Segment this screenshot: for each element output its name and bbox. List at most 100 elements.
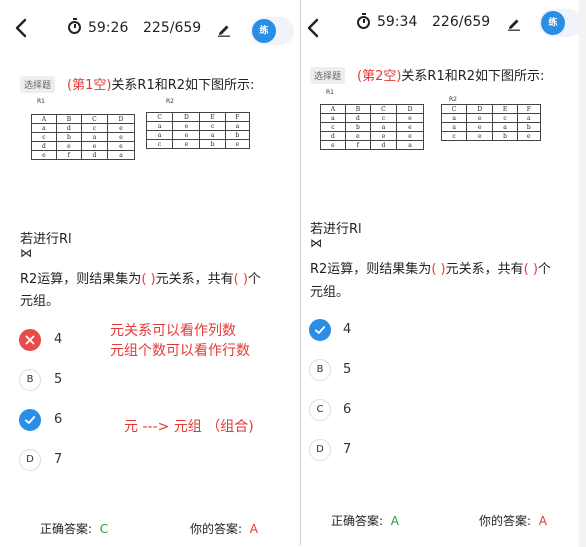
table-cell: c [440,131,468,141]
table-cell: e [172,130,201,140]
your-answer: 你的答案: A [190,522,258,536]
check-mark-icon [19,409,41,431]
table-cell: e [369,131,397,141]
join-symbol: ⋈ [20,246,32,260]
table-cell: a [80,132,108,142]
header-bar: 59:34 226/659 练 [301,0,579,62]
body-line-4: 元组。 [310,285,350,300]
table-cell: b [55,132,82,142]
question-type-badge: 选择题 [20,76,56,93]
table-cell: D [106,114,136,124]
question-progress: 225/659 [143,20,202,36]
table-header-row: CDEF [440,104,542,114]
table-cell: c [492,113,518,123]
table-cell: e [224,139,251,149]
relation-r1-table: ABCDadcecbaedeeeefda [31,114,136,160]
table-cell: a [320,113,346,123]
table-cell: e [106,132,136,142]
table-row: deee [31,141,136,151]
pencil-icon[interactable] [507,16,521,31]
table-cell: b [492,131,518,141]
table-cell: d [320,131,346,141]
back-arrow-icon[interactable] [14,18,30,38]
table-cell: e [395,131,425,141]
table-row: efda [320,140,425,150]
table-cell: b [344,122,371,132]
table-cell: a [145,130,174,140]
table-cell: C [369,104,397,114]
table-header-row: ABCD [320,104,425,114]
table-cell: a [395,140,425,150]
table-cell: A [320,104,346,114]
table-cell: C [440,104,468,114]
table-row: aeab [440,122,542,132]
background-window-edge [579,0,586,547]
table-cell: e [395,122,425,132]
header-bar: 59:26 225/659 练 [0,0,298,62]
table-cell: C [145,112,174,122]
table-cell: a [492,122,518,132]
table-cell: b [224,130,251,140]
table-cell: a [224,121,251,131]
correct-answer: 正确答案: A [331,514,399,528]
right-question-panel: 59:34 226/659 练 选择题 (第2空)关系R1和R2如下图所示: R… [300,0,580,545]
your-answer: 你的答案: A [479,514,547,528]
timer-icon [68,18,81,34]
option-text: 4 [54,332,63,347]
question-text: 关系R1和R2如下图所示: [111,78,255,93]
table-row: efda [31,150,136,160]
table-row: aeab [145,130,251,140]
practice-mode-knob: 练 [541,11,565,35]
table-cell: c [369,113,397,123]
table-cell: d [31,141,57,151]
annotation-note-1: 元关系可以看作列数 [110,323,236,339]
table-cell: c [145,139,174,149]
table-cell: e [172,121,201,131]
table-cell: f [55,150,82,160]
table-cell: E [492,104,518,114]
practice-mode-toggle[interactable]: 练 [539,9,579,37]
pencil-icon[interactable] [217,22,231,37]
table-cell: d [369,140,397,150]
table-row: adce [320,113,425,123]
table-cell: e [55,141,82,151]
r1-label: R1 [37,98,45,105]
left-question-panel: 59:26 225/659 练 选择题 (第1空)关系R1和R2如下图所示: R… [0,0,298,547]
blank-indicator: (第1空) [67,78,112,93]
question-progress: 226/659 [432,14,491,30]
option-letter: B [309,359,331,381]
back-arrow-icon[interactable] [306,18,322,38]
table-cell: f [344,140,371,150]
table-row: aeca [145,121,251,131]
table-cell: D [466,104,494,114]
table-cell: B [344,104,371,114]
question-text: 关系R1和R2如下图所示: [401,69,545,84]
table-header-row: ABCD [31,114,136,124]
option-text: 5 [343,362,352,377]
table-cell: a [106,150,136,160]
table-row: cebe [440,131,542,141]
table-cell: a [440,122,468,132]
table-cell: e [106,141,136,151]
question-type-badge: 选择题 [310,67,346,84]
wrong-mark-icon [19,329,41,351]
timer-text: 59:26 [88,20,129,36]
practice-mode-toggle[interactable]: 练 [250,17,294,45]
table-cell: e [172,139,201,149]
timer-text: 59:34 [377,14,418,30]
table-cell: b [516,122,542,132]
body-line-4: 元组。 [20,294,60,309]
annotation-note-2: 元组个数可以看作行数 [110,343,250,359]
body-line-1: 若进行Rl [20,232,72,247]
option-letter: B [19,369,41,391]
option-letter: D [309,439,331,461]
table-row: aeca [440,113,542,123]
table-cell: c [199,121,226,131]
timer-icon [357,13,370,29]
table-cell: d [55,123,82,133]
table-cell: b [199,139,226,149]
relation-r2-table: CDEFaecaaeabcebe [440,104,542,141]
table-cell: A [31,114,57,124]
table-row: cbae [320,122,425,132]
table-cell: e [106,123,136,133]
